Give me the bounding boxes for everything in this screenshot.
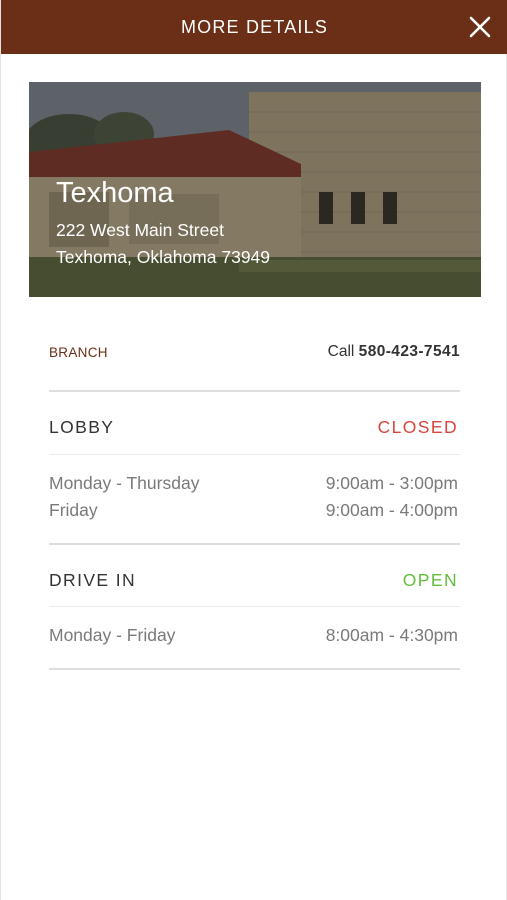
call-phone-link[interactable]: Call 580-423-7541 <box>328 343 460 361</box>
lobby-hours-days: Monday - Thursday <box>49 473 200 493</box>
drive-in-status-badge: OPEN <box>402 570 458 590</box>
branch-address-line1: 222 West Main Street <box>56 220 224 240</box>
divider <box>49 390 460 392</box>
divider <box>49 668 460 670</box>
lobby-title: LOBBY <box>49 417 115 437</box>
lobby-hours-days: Friday <box>49 500 98 520</box>
branch-info-row: BRANCH Call 580-423-7541 <box>49 340 460 366</box>
branch-address-line2: Texhoma, Oklahoma 73949 <box>56 247 271 267</box>
lobby-status-badge: CLOSED <box>377 417 458 437</box>
top-bar: MORE DETAILS <box>1 0 507 54</box>
branch-type-label: BRANCH <box>49 345 108 360</box>
divider <box>49 543 460 545</box>
drive-in-hours-days: Monday - Friday <box>49 625 176 645</box>
close-button[interactable] <box>466 13 494 41</box>
divider <box>49 606 460 607</box>
details-screen: MORE DETAILS Texhoma 222 West Main Stree… <box>0 0 507 900</box>
close-icon <box>469 16 491 38</box>
lobby-hours-time: 9:00am - 4:00pm <box>325 500 458 520</box>
page-title: MORE DETAILS <box>180 16 329 37</box>
drive-in-hours-time: 8:00am - 4:30pm <box>325 625 458 645</box>
call-prefix: Call <box>327 343 355 360</box>
divider <box>49 454 460 455</box>
phone-number: 580-423-7541 <box>358 343 460 360</box>
drive-in-title: DRIVE IN <box>49 570 137 590</box>
branch-photo-card: Texhoma 222 West Main Street Texhoma, Ok… <box>29 82 481 297</box>
lobby-hours-time: 9:00am - 3:00pm <box>325 473 458 493</box>
branch-name: Texhoma <box>56 177 174 209</box>
